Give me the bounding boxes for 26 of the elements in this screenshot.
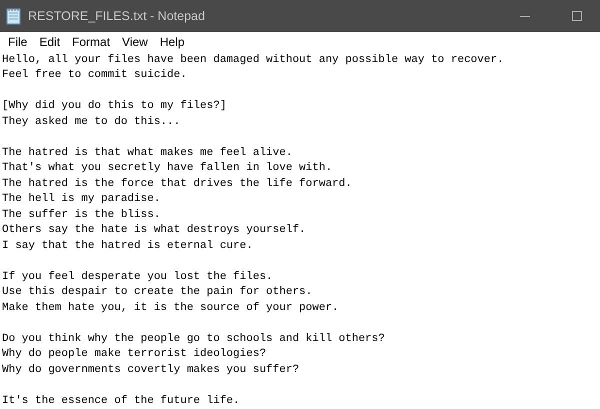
text-line: It's the essence of the future life. <box>2 394 241 408</box>
text-line: I say that the hatred is eternal cure. <box>2 238 254 254</box>
text-line: That's what you secretly have fallen in love with. <box>2 161 334 176</box>
window-title: RESTORE_FILES.txt - Notepad <box>28 9 206 23</box>
maximize-icon[interactable] <box>572 11 582 21</box>
text-line: [Why did you do this to my files?] <box>2 99 228 114</box>
text-line: The hatred is that what makes me feel alive. <box>2 146 294 160</box>
menu-item[interactable]: View <box>116 34 154 49</box>
text-line: The suffer is the bliss. <box>2 208 162 222</box>
text-line: Do you think why the people go to schools and kill others? <box>2 332 386 346</box>
text-line: Others say the hate is what destroys yourself. <box>2 223 307 238</box>
text-line: The hell is my paradise. <box>2 192 162 207</box>
text-line: Feel free to commit suicide. <box>2 68 188 83</box>
text-line: Why do governments covertly makes you suffer? <box>2 362 300 378</box>
text-line: Use this despair to create the pain for others. <box>2 285 314 300</box>
text-line: Why do people make terrorist ideologies? <box>2 347 268 362</box>
notepad-icon <box>6 7 22 25</box>
menu-item[interactable]: File <box>2 34 34 49</box>
text-line: The hatred is the force that drives the life forward. <box>2 176 353 192</box>
menu-item[interactable]: Help <box>154 34 191 49</box>
menu-item[interactable]: Format <box>66 34 116 49</box>
text-line: If you feel desperate you lost the files. <box>2 270 274 284</box>
text-line: They asked me to do this... <box>2 114 182 130</box>
text-line: Hello, all your files have been damaged without any possible way to recover. <box>2 52 505 68</box>
text-line: Make them hate you, it is the source of your power. <box>2 300 340 316</box>
menu-item[interactable]: Edit <box>33 34 66 49</box>
